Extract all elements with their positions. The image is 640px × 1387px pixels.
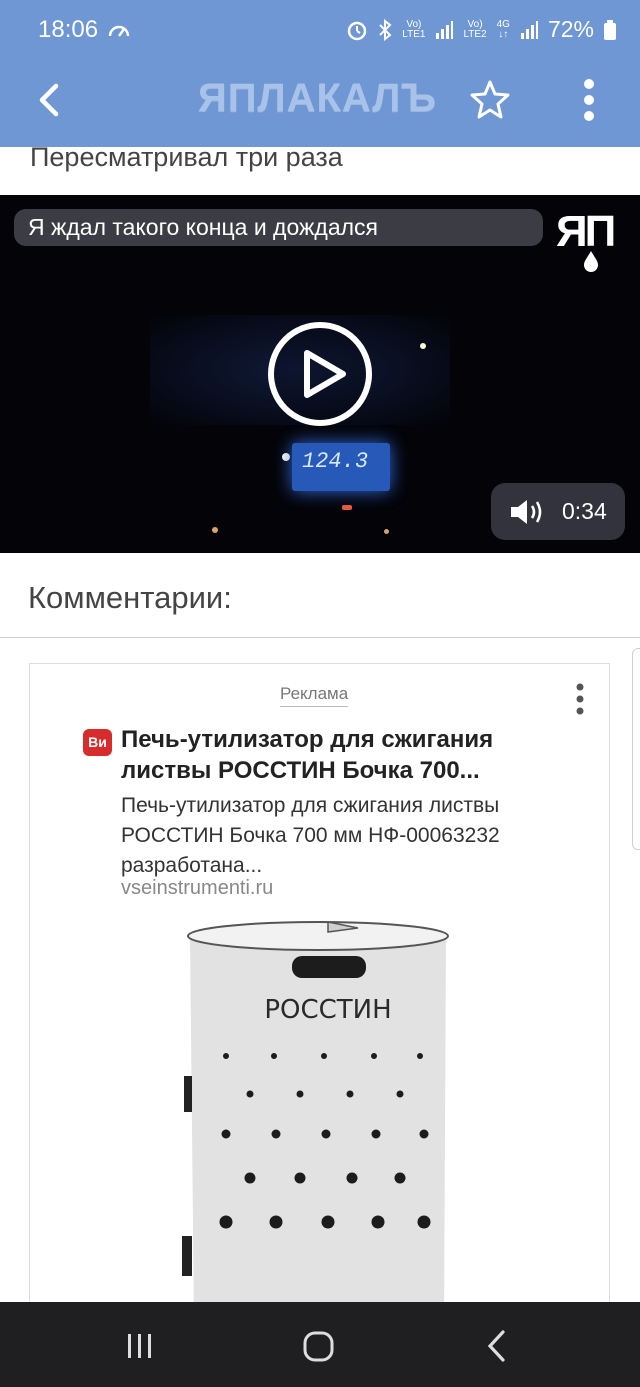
app-bar: 18:06 Vo) LTE1 Vo) LTE2 4G ↓↑ 72% ЯПЛАКА…	[0, 0, 640, 147]
video-duration: 0:34	[562, 498, 607, 524]
scrollbar-handle[interactable]	[632, 648, 640, 850]
home-icon[interactable]	[299, 1326, 339, 1366]
back-nav-icon[interactable]	[478, 1326, 518, 1366]
back-arrow-icon[interactable]	[30, 80, 70, 120]
product-brand: РОССТИН	[264, 995, 391, 1025]
play-icon[interactable]	[267, 321, 373, 427]
signal-sim1-icon	[436, 20, 454, 39]
video-light	[282, 453, 290, 461]
comments-heading: Комментарии:	[28, 580, 232, 615]
sim2-volte: Vo) LTE2	[463, 18, 487, 40]
site-logo[interactable]: ЯПЛАКАЛЪ	[198, 76, 437, 121]
barrel-image: РОССТИН	[182, 921, 449, 1324]
video-player[interactable]: 124.3 Я ждал такого конца и дождался ЯП …	[0, 195, 640, 553]
battery-percent: 72%	[547, 16, 594, 42]
more-vert-icon[interactable]	[570, 682, 590, 716]
signal-sim2-icon	[520, 20, 538, 39]
dashboard-reading: 124.3	[299, 449, 371, 474]
speed-gauge-icon	[108, 25, 130, 37]
video-caption: Я ждал такого конца и дождался	[14, 209, 543, 246]
toolbar: ЯПЛАКАЛЪ	[0, 62, 640, 147]
status-icons: Vo) LTE1 Vo) LTE2 4G ↓↑ 72%	[346, 16, 616, 43]
ad-domain[interactable]: vseinstrumenti.ru	[121, 877, 273, 900]
divider	[0, 637, 640, 638]
brand-badge: Ви	[83, 729, 112, 756]
ad-description: Печь-утилизатор для сжигания листвы РОСС…	[121, 794, 500, 877]
more-vert-icon[interactable]	[574, 78, 604, 122]
video-light	[384, 529, 389, 534]
system-nav-bar	[0, 1302, 640, 1387]
network-type: 4G ↓↑	[496, 18, 510, 40]
video-light	[342, 505, 352, 510]
status-time: 18:06	[38, 16, 99, 43]
volume-duration-control[interactable]: 0:34	[491, 483, 625, 540]
recent-apps-icon[interactable]	[120, 1326, 160, 1366]
video-light	[212, 527, 218, 533]
ad-label: Реклама	[280, 684, 349, 707]
bluetooth-icon	[379, 18, 392, 41]
ad-card[interactable]: Реклама Ви Печь-утилизатор для сжигания …	[29, 663, 610, 1324]
status-bar: 18:06 Vo) LTE1 Vo) LTE2 4G ↓↑ 72%	[0, 0, 640, 62]
star-icon[interactable]	[468, 78, 512, 122]
post-title: Пересматривал три раза	[30, 142, 343, 172]
ad-headline[interactable]: Печь-утилизатор для сжигания листвы РОСС…	[121, 724, 561, 786]
volume-icon[interactable]	[509, 497, 545, 527]
drop-icon	[584, 251, 598, 272]
alarm-icon	[348, 21, 367, 40]
video-light	[420, 343, 426, 349]
battery-icon	[604, 19, 616, 40]
product-image[interactable]: РОССТИН	[178, 916, 458, 1324]
sim1-volte: Vo) LTE1	[402, 18, 426, 40]
